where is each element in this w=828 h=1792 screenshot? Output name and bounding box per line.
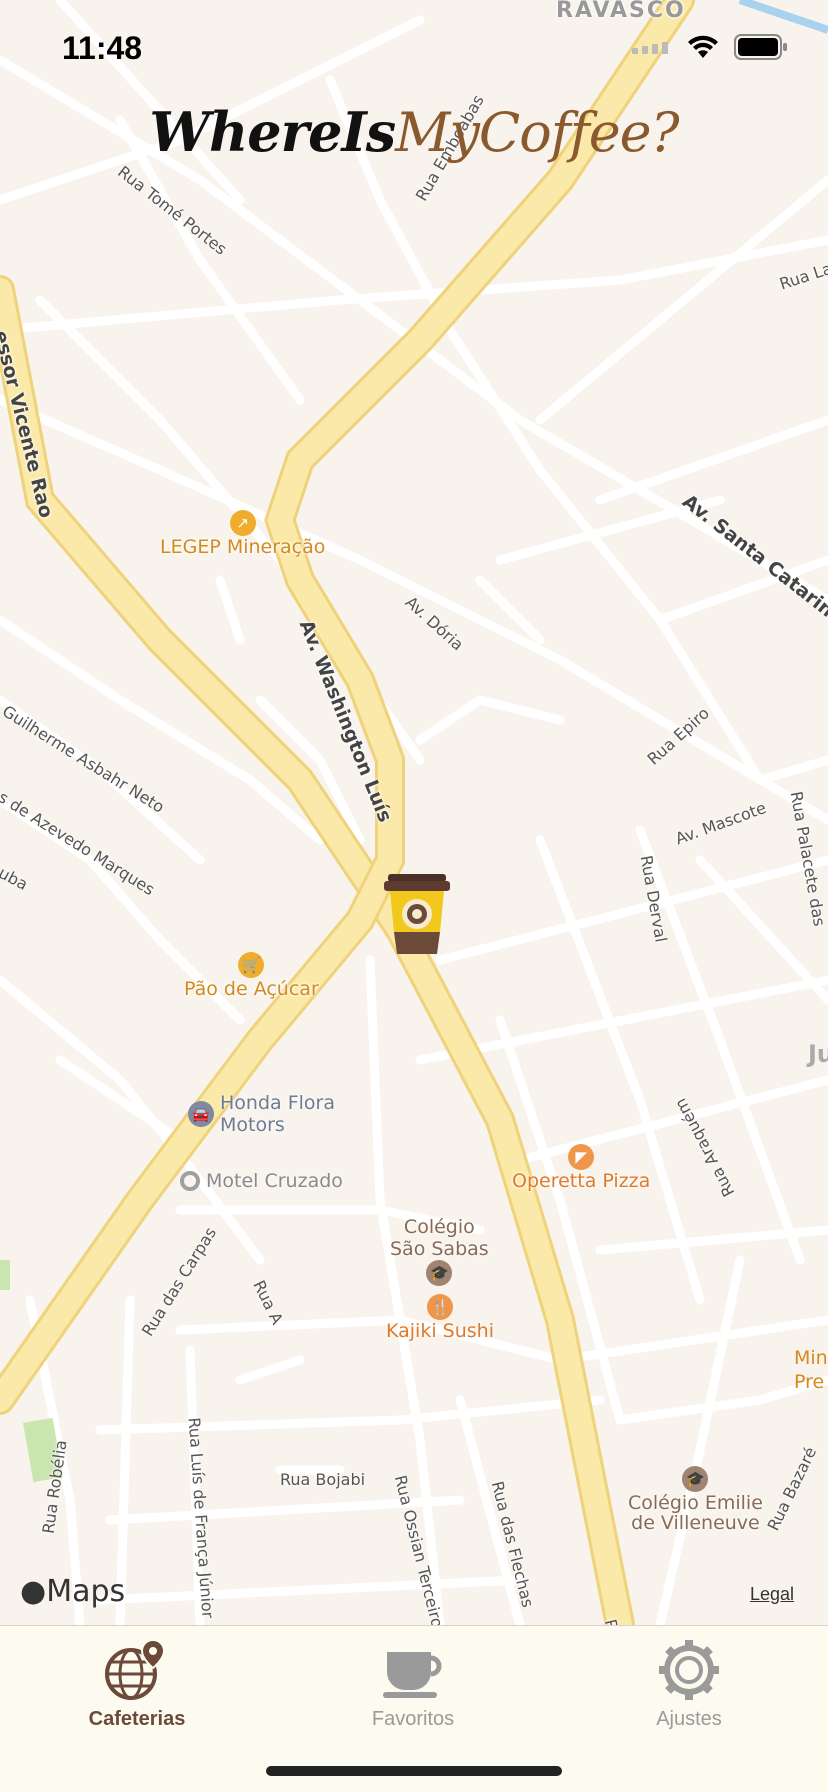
poi-colegio-emilie-de-villeneuve[interactable]: 🎓 Colégio Emilie de Villeneuve bbox=[628, 1466, 763, 1534]
tab-cafeterias[interactable]: Cafeterias bbox=[37, 1638, 237, 1731]
wifi-icon bbox=[688, 35, 718, 58]
poi-label: de Villeneuve bbox=[631, 1512, 760, 1534]
app-title-part2: MyCoffee? bbox=[395, 101, 679, 164]
poi-label: Kajiki Sushi bbox=[386, 1320, 494, 1342]
poi-honda-flora-motors[interactable]: 🚘 Honda Flora Motors bbox=[188, 1092, 335, 1136]
poi-label: Colégio Emilie bbox=[628, 1492, 763, 1514]
poi-label: Operetta Pizza bbox=[512, 1170, 651, 1192]
poi-colegio-sao-sabas[interactable]: Colégio São Sabas 🎓 bbox=[390, 1216, 489, 1286]
poi-icon: ↗ bbox=[229, 510, 256, 536]
poi-motel-cruzado[interactable]: Motel Cruzado bbox=[180, 1170, 343, 1192]
poi-label: São Sabas bbox=[390, 1238, 489, 1260]
school-icon: 🎓 bbox=[426, 1260, 453, 1286]
gear-icon bbox=[659, 1640, 719, 1700]
coffee-cup-marker[interactable] bbox=[384, 874, 450, 954]
poi-label: Pre bbox=[794, 1371, 825, 1393]
status-icons bbox=[632, 34, 788, 60]
neighborhood-label: Ju bbox=[808, 1040, 828, 1068]
coffee-cup-icon bbox=[383, 1652, 442, 1698]
home-indicator[interactable] bbox=[266, 1766, 562, 1776]
pin-icon bbox=[180, 1171, 200, 1191]
tab-ajustes[interactable]: Ajustes bbox=[589, 1638, 789, 1731]
screen: RAVASCO Rua Emboabas Rua Tomé Portes Rua… bbox=[0, 0, 828, 1792]
street-label: Rua Bojabi bbox=[280, 1470, 366, 1489]
app-title: WhereIsMyCoffee? bbox=[0, 100, 828, 164]
status-bar: 11:48 bbox=[0, 0, 828, 100]
map-view[interactable] bbox=[0, 0, 828, 1625]
poi-label: Pão de Açúcar bbox=[184, 978, 319, 1000]
tab-favoritos[interactable]: Favoritos bbox=[313, 1638, 513, 1731]
maps-attribution-label: Maps bbox=[46, 1574, 126, 1609]
poi-min-pre[interactable]: Min Pre bbox=[794, 1346, 828, 1394]
tab-label: Cafeterias bbox=[88, 1708, 186, 1730]
apple-logo-icon: ● bbox=[20, 1574, 47, 1609]
poi-label: Motors bbox=[220, 1114, 285, 1136]
globe-pin-icon bbox=[105, 1638, 166, 1700]
tab-label: Favoritos bbox=[371, 1708, 455, 1730]
legal-link[interactable]: Legal bbox=[750, 1584, 794, 1605]
cart-icon: 🛒 bbox=[238, 952, 265, 978]
poi-kajiki-sushi[interactable]: 🍴 Kajiki Sushi bbox=[386, 1294, 494, 1342]
school-icon: 🎓 bbox=[682, 1466, 709, 1492]
poi-operetta-pizza[interactable]: ◤ Operetta Pizza bbox=[512, 1144, 650, 1192]
status-time: 11:48 bbox=[62, 30, 143, 66]
poi-label: Colégio bbox=[403, 1216, 475, 1238]
fork-knife-icon: 🍴 bbox=[426, 1294, 453, 1320]
app-title-part1: WhereIs bbox=[149, 100, 396, 164]
tab-label: Ajustes bbox=[656, 1708, 722, 1730]
car-icon: 🚘 bbox=[188, 1101, 214, 1127]
poi-label: Motel Cruzado bbox=[206, 1170, 343, 1192]
maps-attribution[interactable]: ●Maps bbox=[20, 1574, 125, 1609]
poi-label: Honda Flora bbox=[220, 1092, 335, 1114]
pizza-icon: ◤ bbox=[568, 1144, 595, 1170]
poi-label: Min bbox=[794, 1347, 828, 1369]
poi-label: LEGEP Mineração bbox=[160, 536, 326, 558]
poi-pao-de-acucar[interactable]: 🛒 Pão de Açúcar bbox=[184, 952, 319, 1000]
poi-legep-mineracao[interactable]: ↗ LEGEP Mineração bbox=[160, 510, 325, 558]
cellular-signal-icon bbox=[632, 42, 668, 54]
battery-icon bbox=[734, 34, 787, 60]
